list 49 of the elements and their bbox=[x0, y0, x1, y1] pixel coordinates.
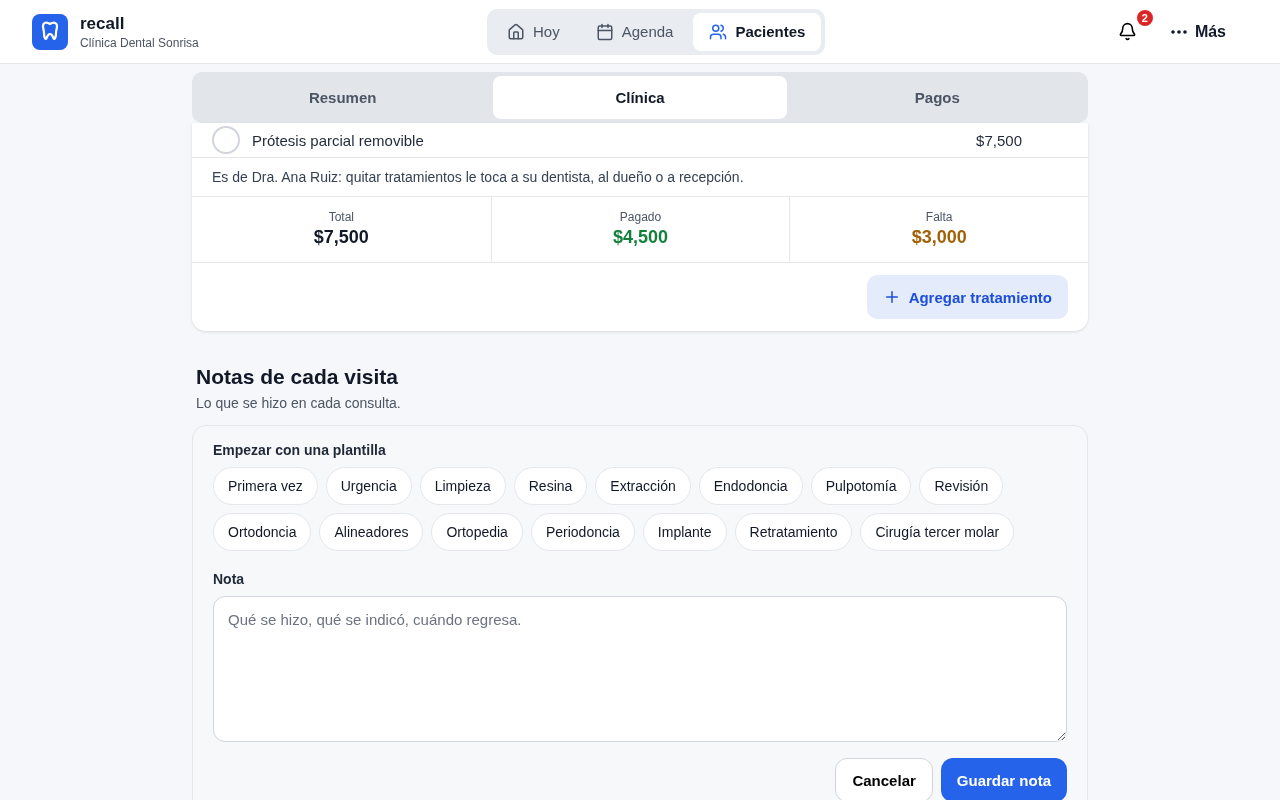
total-label: Pagado bbox=[619, 210, 662, 224]
treatment-name: Prótesis parcial removible bbox=[252, 131, 424, 149]
template-chip[interactable]: Urgencia bbox=[325, 467, 412, 505]
bell-icon bbox=[1117, 22, 1137, 41]
cancel-button[interactable]: Cancelar bbox=[835, 758, 933, 800]
more-button[interactable]: Más bbox=[1164, 21, 1232, 42]
nav-tab[interactable]: Pacientes bbox=[693, 12, 822, 51]
notification-count: 2 bbox=[1134, 8, 1155, 28]
total-amount: $4,500 bbox=[612, 227, 668, 248]
section-tab[interactable]: Clínica bbox=[493, 76, 787, 119]
template-chip[interactable]: Ortopedia bbox=[431, 513, 523, 551]
clinic-name: Clínica Dental Sonrisa bbox=[80, 35, 199, 50]
total-amount: $3,000 bbox=[911, 227, 967, 248]
total-amount: $7,500 bbox=[313, 227, 369, 248]
total-label: Falta bbox=[925, 210, 953, 224]
treatment-price: $7,500 bbox=[976, 131, 1022, 149]
template-chip[interactable]: Cirugía tercer molar bbox=[860, 513, 1015, 551]
template-chip[interactable]: Pulpotomía bbox=[810, 467, 912, 505]
templates-label: Empezar con una plantilla bbox=[213, 442, 387, 458]
section-tab[interactable]: Pagos bbox=[790, 76, 1084, 119]
note-label: Nota bbox=[213, 571, 246, 587]
nav-tab[interactable]: Agenda bbox=[579, 12, 690, 51]
template-chip[interactable]: Ortodoncia bbox=[213, 513, 312, 551]
add-treatment-button[interactable]: Agregar tratamiento bbox=[866, 275, 1068, 319]
template-chip[interactable]: Revisión bbox=[919, 467, 1004, 505]
tooth-logo-icon bbox=[32, 13, 68, 50]
template-chip[interactable]: Alineadores bbox=[319, 513, 424, 551]
note-field[interactable]: Qué se hizo, qué se indicó, cuándo regresa. bbox=[213, 596, 1067, 742]
save-button[interactable]: Guardar nota bbox=[940, 758, 1067, 800]
app-name: recall bbox=[80, 13, 126, 34]
radio-button[interactable] bbox=[212, 126, 240, 154]
total-label: Total bbox=[328, 210, 354, 224]
section-subtitle: Lo que se hizo en cada consulta. bbox=[196, 395, 402, 411]
nav-tab[interactable]: Hoy bbox=[491, 12, 576, 51]
owner-note: Es de Dra. Ana Ruiz: quitar tratamientos le toca a su dentista, al dueño o a recepción. bbox=[192, 158, 1088, 197]
template-chip[interactable]: Retratamiento bbox=[734, 513, 853, 551]
template-chip[interactable]: Primera vez bbox=[213, 467, 318, 505]
template-chip[interactable]: Resina bbox=[513, 467, 588, 505]
template-chip[interactable]: Extracción bbox=[595, 467, 691, 505]
template-chip[interactable]: Endodoncia bbox=[698, 467, 803, 505]
template-chip[interactable]: Periodoncia bbox=[530, 513, 635, 551]
template-chip[interactable]: Implante bbox=[642, 513, 727, 551]
section-title: Notas de cada visita bbox=[196, 365, 399, 389]
calendar-icon bbox=[595, 22, 614, 41]
house-icon bbox=[507, 22, 525, 41]
section-tab[interactable]: Resumen bbox=[196, 76, 490, 119]
template-chip[interactable]: Limpieza bbox=[419, 467, 506, 505]
people-icon bbox=[709, 22, 728, 41]
more-icon bbox=[1170, 29, 1187, 34]
